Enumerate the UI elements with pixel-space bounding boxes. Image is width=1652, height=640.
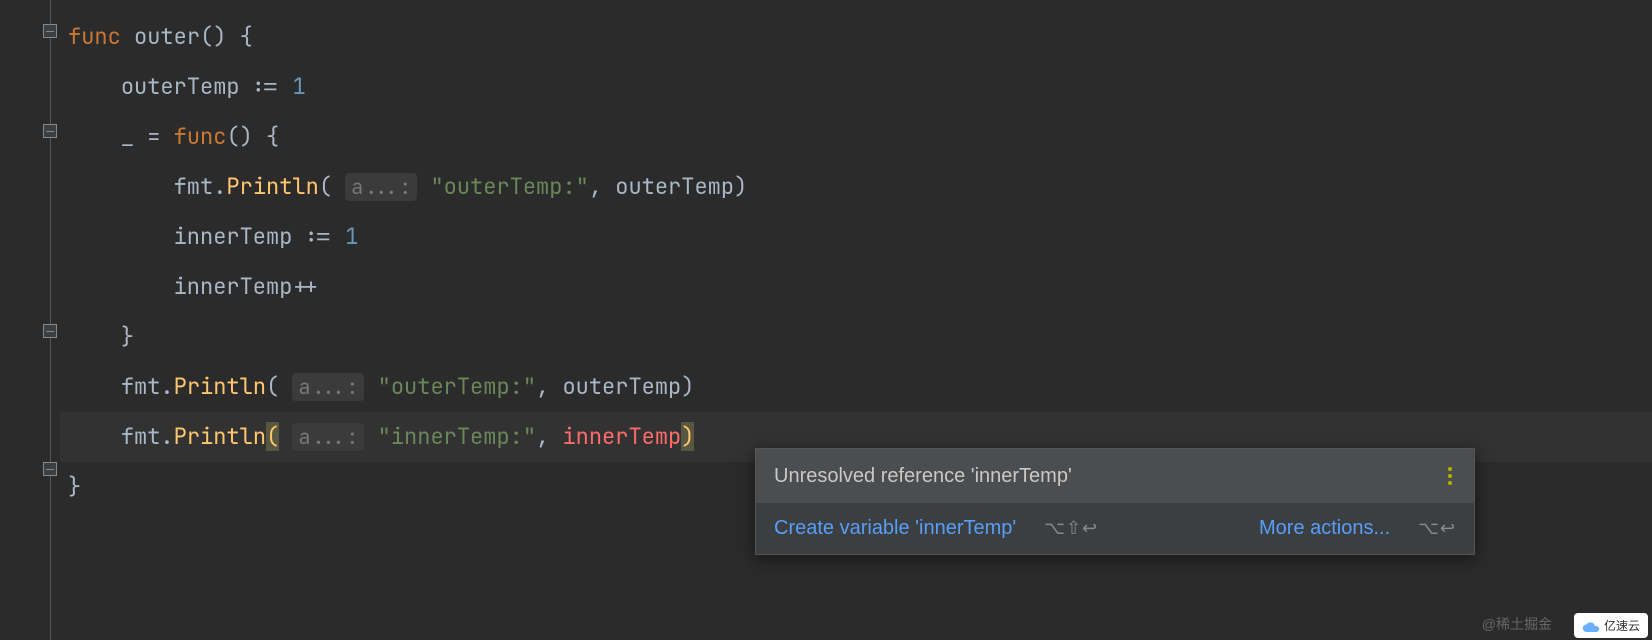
fold-icon[interactable] [43,462,57,476]
watermark-juejin: @稀土掘金 [1482,614,1552,634]
package: fmt [121,372,161,401]
code-line[interactable]: func outer() { [60,12,1652,62]
func-call: Println [174,422,266,451]
keyword: func [174,122,227,151]
func-name: outer [134,22,200,51]
number: 1 [345,222,358,251]
code-line[interactable]: innerTemp++ [60,262,1652,312]
variable: innerTemp [174,222,293,251]
shortcut: ⌥⇧↩ [1044,518,1098,539]
brace: } [68,472,81,501]
code-line[interactable]: } [60,312,1652,362]
watermark-text: 亿速云 [1604,617,1640,634]
paren: ) [734,172,747,201]
more-icon[interactable] [1444,463,1456,489]
string: "outerTemp:" [430,172,588,201]
brace: } [121,322,134,351]
comma: , [536,372,549,401]
paren: ) [681,372,694,401]
error-identifier: innerTemp [562,422,681,451]
more-actions-link[interactable]: More actions... [1259,517,1390,540]
code-line[interactable]: outerTemp := 1 [60,62,1652,112]
shortcut: ⌥↩ [1418,518,1456,539]
fold-icon[interactable] [43,124,57,138]
param-hint: a...: [292,423,364,451]
param-hint: a...: [292,373,364,401]
create-variable-action[interactable]: Create variable 'innerTemp' [774,517,1016,540]
code-line[interactable]: _ = func() { [60,112,1652,162]
operator: := [253,72,279,101]
blank-ident: _ [121,122,134,151]
brace: () { [200,22,253,51]
argument: outerTemp [562,372,681,401]
operator: := [306,222,332,251]
param-hint: a...: [345,173,417,201]
operator: = [147,122,160,151]
cloud-icon [1582,620,1600,632]
comma: , [589,172,602,201]
package: fmt [121,422,161,451]
func-call: Println [174,372,266,401]
code-line[interactable]: fmt.Println( a...: "outerTemp:", outerTe… [60,362,1652,412]
watermark-yisu: 亿速云 [1574,613,1648,638]
code-line[interactable]: fmt.Println( a...: "outerTemp:", outerTe… [60,162,1652,212]
operator: ++ [292,272,318,301]
keyword: func [68,22,121,51]
func-call: Println [226,172,318,201]
variable: innerTemp [174,272,293,301]
fold-icon[interactable] [43,324,57,338]
error-tooltip: Unresolved reference 'innerTemp' Create … [755,448,1475,555]
tooltip-title: Unresolved reference 'innerTemp' [774,465,1072,488]
string: "outerTemp:" [378,372,536,401]
fold-icon[interactable] [43,24,57,38]
string: "innerTemp:" [378,422,536,451]
match-paren: ( [266,422,279,451]
variable: outerTemp [121,72,240,101]
code-line[interactable]: innerTemp := 1 [60,212,1652,262]
argument: outerTemp [615,172,734,201]
tooltip-actions: Create variable 'innerTemp' ⌥⇧↩ More act… [756,503,1474,554]
package: fmt [174,172,214,201]
gutter [0,0,60,640]
brace: () { [226,122,279,151]
match-paren: ) [681,422,694,451]
tooltip-header: Unresolved reference 'innerTemp' [756,449,1474,503]
comma: , [536,422,549,451]
number: 1 [292,72,305,101]
